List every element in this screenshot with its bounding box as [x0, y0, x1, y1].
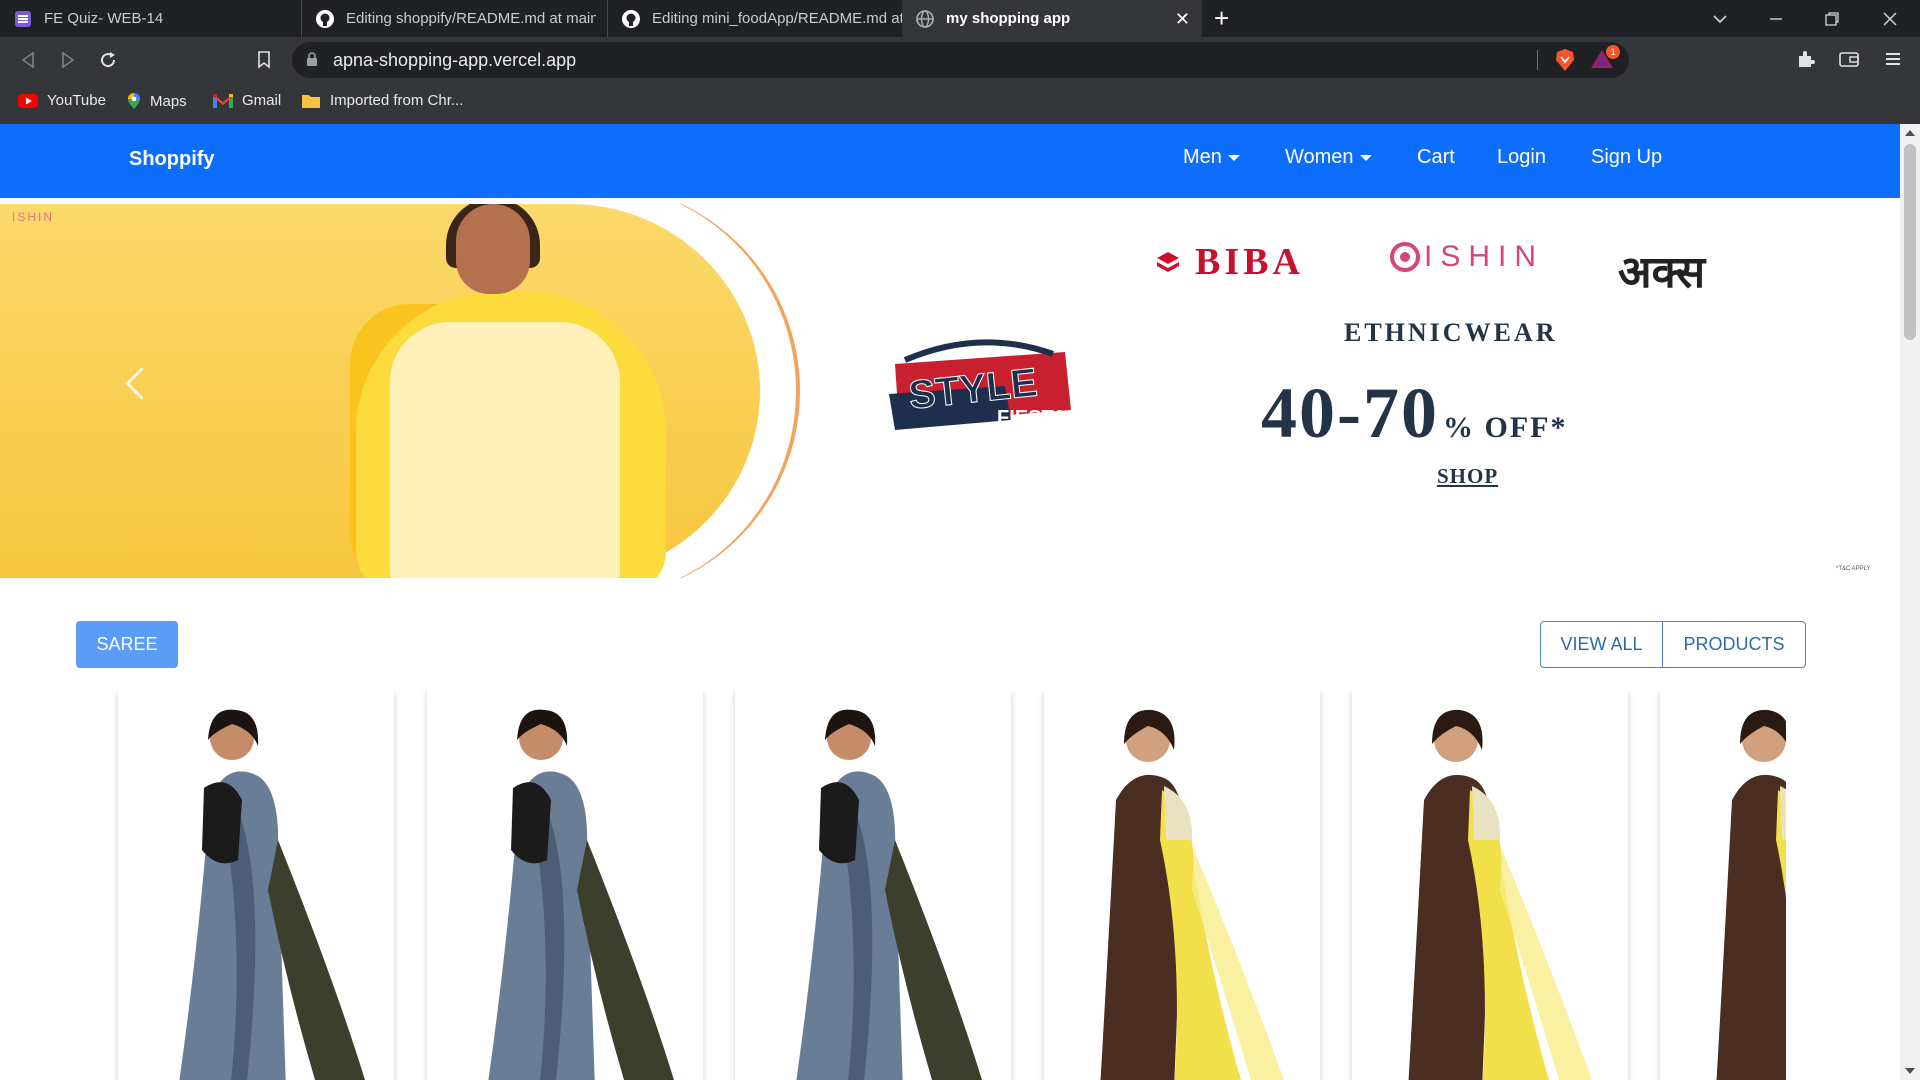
- tab-foodapp-readme[interactable]: Editing mini_foodApp/README.md at: [608, 0, 902, 37]
- scrollbar-thumb[interactable]: [1904, 144, 1916, 340]
- tab-search-chevron-icon[interactable]: [1698, 0, 1742, 37]
- hero-banner-carousel[interactable]: ISHIN STYLE FIESTA BIBA ISHIN अक्स ETHNI…: [0, 204, 1900, 578]
- nav-men-dropdown[interactable]: Men: [1183, 146, 1240, 169]
- bookmark-label: Maps: [150, 92, 187, 110]
- forward-icon[interactable]: [56, 49, 80, 71]
- yellow-brown-saree-image: [1408, 709, 1592, 1080]
- url-field[interactable]: apna-shopping-app.vercel.app 1: [292, 42, 1629, 78]
- extensions-icon[interactable]: [1795, 48, 1817, 70]
- tab-title: my shopping app: [946, 10, 1071, 27]
- tab-title: Editing shoppify/README.md at main: [346, 10, 596, 27]
- banner-shop-link[interactable]: SHOP: [1437, 464, 1498, 489]
- product-card[interactable]: [427, 690, 703, 1080]
- page-scrollbar[interactable]: [1900, 124, 1920, 1080]
- view-all-button[interactable]: VIEW ALL: [1540, 621, 1663, 668]
- offer-range: 40-70: [1261, 373, 1439, 453]
- maps-icon: [127, 92, 141, 110]
- model-face: [456, 204, 530, 294]
- wallet-icon[interactable]: [1838, 48, 1860, 70]
- tab-fe-quiz[interactable]: FE Quiz- WEB-14: [0, 0, 302, 37]
- style-fiesta-logo: STYLE FIESTA: [889, 339, 1071, 430]
- github-icon: [622, 9, 640, 28]
- browser-tab-bar: FE Quiz- WEB-14 Editing shoppify/README.…: [0, 0, 1920, 37]
- banner-offer: 40-70 % OFF*: [1261, 372, 1567, 455]
- site-navbar: Shoppify Men Women Cart Login Sign Up: [0, 124, 1900, 198]
- lock-icon[interactable]: [306, 52, 318, 72]
- biba-mark-icon: [1157, 252, 1179, 272]
- ishin-corner-logo: ISHIN: [12, 210, 55, 224]
- product-card[interactable]: [1660, 690, 1786, 1080]
- grey-saree-image: [488, 709, 674, 1080]
- new-tab-button[interactable]: +: [1214, 4, 1229, 32]
- brand-label: ISHIN: [1424, 240, 1545, 273]
- bookmark-imported-folder[interactable]: Imported from Chr...: [301, 92, 463, 109]
- tab-shoppify-readme[interactable]: Editing shoppify/README.md at main: [302, 0, 608, 37]
- scroll-up-icon[interactable]: [1905, 130, 1915, 136]
- caret-down-icon: [1359, 154, 1372, 161]
- bookmark-label: YouTube: [47, 92, 106, 109]
- grey-saree-image: [796, 709, 982, 1080]
- reload-icon[interactable]: [96, 49, 120, 71]
- bookmark-maps[interactable]: Maps: [127, 92, 187, 110]
- quiz-icon: [14, 10, 32, 28]
- yellow-brown-saree-image: [1100, 709, 1284, 1080]
- caret-down-icon: [1227, 154, 1240, 161]
- product-carousel: [0, 690, 1786, 1080]
- nav-label: Women: [1285, 146, 1354, 168]
- nav-women-dropdown[interactable]: Women: [1285, 146, 1372, 169]
- product-card[interactable]: [1044, 690, 1320, 1080]
- ishin-mark-icon: [1390, 242, 1420, 272]
- minimize-icon[interactable]: [1754, 0, 1798, 37]
- nav-login[interactable]: Login: [1497, 146, 1546, 169]
- menu-icon[interactable]: [1882, 48, 1904, 70]
- close-tab-icon[interactable]: ✕: [1175, 9, 1190, 30]
- nav-cart[interactable]: Cart: [1417, 146, 1455, 169]
- yellow-brown-saree-image: [1716, 709, 1786, 1080]
- product-card[interactable]: [1352, 690, 1628, 1080]
- bookmarks-bar: YouTube Maps Gmail Imported from Chr...: [0, 83, 1920, 125]
- banner-category: ETHNICWEAR: [1344, 318, 1558, 347]
- banner-tnc: *T&C APPLY: [1836, 566, 1871, 572]
- product-card[interactable]: [118, 690, 394, 1080]
- products-button[interactable]: PRODUCTS: [1663, 621, 1806, 668]
- github-icon: [316, 9, 334, 28]
- scroll-down-icon[interactable]: [1905, 1068, 1915, 1074]
- bookmark-youtube[interactable]: YouTube: [18, 92, 106, 109]
- model-kurta: [390, 322, 620, 578]
- close-window-icon[interactable]: [1868, 0, 1912, 37]
- saree-category-button[interactable]: SAREE: [76, 621, 178, 668]
- ishin-logo: ISHIN: [1390, 240, 1544, 274]
- url-divider: [1537, 50, 1538, 70]
- nav-label: Men: [1183, 146, 1222, 168]
- back-icon[interactable]: [16, 49, 40, 71]
- gmail-icon: [213, 93, 233, 108]
- bookmark-label: Imported from Chr...: [330, 92, 464, 109]
- globe-icon: [916, 9, 934, 28]
- youtube-icon: [18, 93, 38, 108]
- folder-icon: [301, 93, 321, 109]
- product-card[interactable]: [735, 690, 1011, 1080]
- tab-title: FE Quiz- WEB-14: [44, 10, 164, 27]
- fiesta-text: FIESTA: [997, 407, 1067, 429]
- nav-signup[interactable]: Sign Up: [1591, 146, 1662, 169]
- brand-label: BIBA: [1195, 241, 1304, 283]
- address-toolbar: apna-shopping-app.vercel.app 1: [0, 37, 1920, 83]
- biba-logo: BIBA: [1155, 240, 1304, 284]
- url-text: apna-shopping-app.vercel.app: [333, 50, 577, 70]
- rewards-badge: 1: [1606, 45, 1620, 59]
- tab-my-shopping-app[interactable]: my shopping app ✕: [902, 0, 1202, 37]
- bookmark-label: Gmail: [242, 92, 282, 109]
- page-viewport: Shoppify Men Women Cart Login Sign Up IS…: [0, 124, 1900, 1080]
- tab-title: Editing mini_foodApp/README.md at: [652, 10, 902, 27]
- brand-logo[interactable]: Shoppify: [129, 148, 215, 171]
- bookmark-icon[interactable]: [252, 49, 276, 71]
- bookmark-gmail[interactable]: Gmail: [213, 92, 281, 109]
- aks-logo: अक्स: [1618, 248, 1706, 297]
- brave-shields-icon[interactable]: [1554, 48, 1576, 77]
- offer-suffix: % OFF*: [1442, 411, 1568, 444]
- grey-saree-image: [179, 709, 365, 1080]
- restore-icon[interactable]: [1810, 0, 1854, 37]
